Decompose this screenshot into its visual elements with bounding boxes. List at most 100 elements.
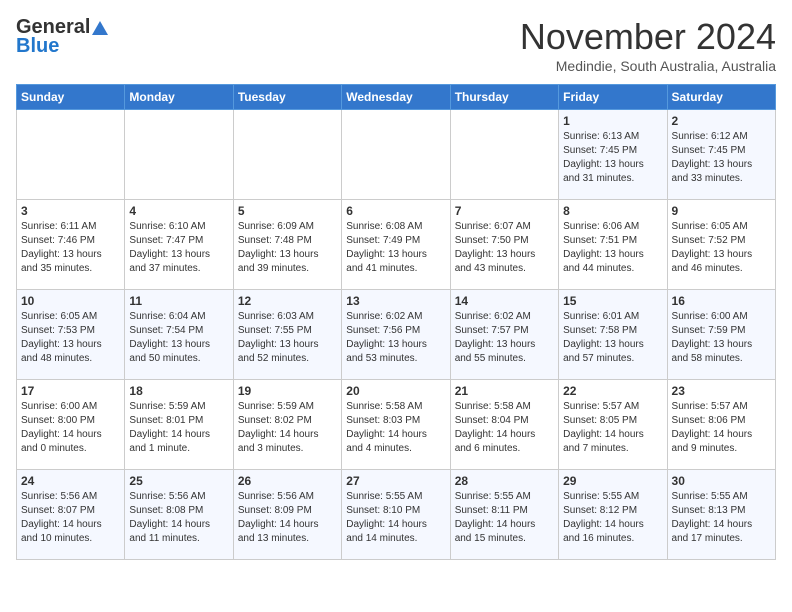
logo-triangle-icon — [92, 21, 108, 35]
daylight-hours: Daylight: 14 hours and 15 minutes. — [455, 519, 536, 544]
daylight-hours: Daylight: 14 hours and 10 minutes. — [21, 519, 102, 544]
logo-blue-text: Blue — [16, 35, 59, 58]
day-info: Sunrise: 6:06 AMSunset: 7:51 PMDaylight:… — [563, 220, 662, 276]
daylight-hours: Daylight: 13 hours and 41 minutes. — [346, 249, 427, 274]
day-number: 24 — [21, 474, 120, 488]
day-number: 19 — [238, 384, 337, 398]
day-info: Sunrise: 5:55 AMSunset: 8:11 PMDaylight:… — [455, 490, 554, 546]
day-number: 6 — [346, 204, 445, 218]
day-info: Sunrise: 5:59 AMSunset: 8:01 PMDaylight:… — [129, 400, 228, 456]
day-number: 10 — [21, 294, 120, 308]
day-info: Sunrise: 6:03 AMSunset: 7:55 PMDaylight:… — [238, 310, 337, 366]
daylight-hours: Daylight: 13 hours and 48 minutes. — [21, 339, 102, 364]
calendar-cell: 21 Sunrise: 5:58 AMSunset: 8:04 PMDayligh… — [450, 380, 558, 470]
daylight-hours: Daylight: 14 hours and 4 minutes. — [346, 429, 427, 454]
header-thursday: Thursday — [450, 85, 558, 110]
day-number: 26 — [238, 474, 337, 488]
calendar-cell — [125, 110, 233, 200]
day-number: 30 — [672, 474, 771, 488]
daylight-hours: Daylight: 14 hours and 11 minutes. — [129, 519, 210, 544]
day-number: 29 — [563, 474, 662, 488]
day-info: Sunrise: 5:55 AMSunset: 8:13 PMDaylight:… — [672, 490, 771, 546]
day-info: Sunrise: 6:01 AMSunset: 7:58 PMDaylight:… — [563, 310, 662, 366]
day-number: 16 — [672, 294, 771, 308]
calendar-cell — [233, 110, 341, 200]
day-info: Sunrise: 6:07 AMSunset: 7:50 PMDaylight:… — [455, 220, 554, 276]
calendar-cell: 4Sunrise: 6:10 AMSunset: 7:47 PMDaylight… — [125, 200, 233, 290]
day-info: Sunrise: 5:58 AMSunset: 8:04 PMDaylight:… — [455, 400, 554, 456]
day-number: 11 — [129, 294, 228, 308]
day-info: Sunrise: 5:55 AMSunset: 8:12 PMDaylight:… — [563, 490, 662, 546]
calendar-cell: 6Sunrise: 6:08 AMSunset: 7:49 PMDaylight… — [342, 200, 450, 290]
day-number: 14 — [455, 294, 554, 308]
day-info: Sunrise: 5:58 AMSunset: 8:03 PMDaylight:… — [346, 400, 445, 456]
header-tuesday: Tuesday — [233, 85, 341, 110]
calendar-cell: 20 Sunrise: 5:58 AMSunset: 8:03 PMDayligh… — [342, 380, 450, 470]
daylight-hours: Daylight: 14 hours and 14 minutes. — [346, 519, 427, 544]
day-info: Sunrise: 6:00 AMSunset: 7:59 PMDaylight:… — [672, 310, 771, 366]
day-info: Sunrise: 5:56 AMSunset: 8:09 PMDaylight:… — [238, 490, 337, 546]
header-monday: Monday — [125, 85, 233, 110]
calendar-cell: 17Sunrise: 6:00 AMSunset: 8:00 PMDayligh… — [17, 380, 125, 470]
calendar-cell: 27Sunrise: 5:55 AMSunset: 8:10 PMDayligh… — [342, 470, 450, 560]
day-number: 27 — [346, 474, 445, 488]
day-number: 18 — [129, 384, 228, 398]
day-number: 12 — [238, 294, 337, 308]
daylight-hours: Daylight: 14 hours and 16 minutes. — [563, 519, 644, 544]
daylight-hours: Daylight: 13 hours and 31 minutes. — [563, 159, 644, 184]
daylight-hours: Daylight: 14 hours and 9 minutes. — [672, 429, 753, 454]
day-number: 21 — [455, 384, 554, 398]
day-info: Sunrise: 6:10 AMSunset: 7:47 PMDaylight:… — [129, 220, 228, 276]
location-subtitle: Medindie, South Australia, Australia — [520, 58, 776, 74]
day-number: 28 — [455, 474, 554, 488]
logo: General Blue — [16, 16, 110, 58]
calendar-cell: 28 Sunrise: 5:55 AMSunset: 8:11 PMDayligh… — [450, 470, 558, 560]
day-info: Sunrise: 5:56 AMSunset: 8:07 PMDaylight:… — [21, 490, 120, 546]
daylight-hours: Daylight: 14 hours and 17 minutes. — [672, 519, 753, 544]
calendar-cell: 8 Sunrise: 6:06 AMSunset: 7:51 PMDaylight… — [559, 200, 667, 290]
calendar-cell — [450, 110, 558, 200]
month-title: November 2024 — [520, 16, 776, 58]
day-number: 15 — [563, 294, 662, 308]
calendar-cell: 13Sunrise: 6:02 AMSunset: 7:56 PMDayligh… — [342, 290, 450, 380]
daylight-hours: Daylight: 14 hours and 13 minutes. — [238, 519, 319, 544]
day-info: Sunrise: 6:12 AMSunset: 7:45 PMDaylight:… — [672, 130, 771, 186]
daylight-hours: Daylight: 13 hours and 33 minutes. — [672, 159, 753, 184]
daylight-hours: Daylight: 13 hours and 35 minutes. — [21, 249, 102, 274]
day-number: 8 — [563, 204, 662, 218]
day-info: Sunrise: 6:09 AMSunset: 7:48 PMDaylight:… — [238, 220, 337, 276]
calendar-week-row: 3Sunrise: 6:11 AMSunset: 7:46 PMDaylight… — [17, 200, 776, 290]
calendar-cell: 15 Sunrise: 6:01 AMSunset: 7:58 PMDayligh… — [559, 290, 667, 380]
day-info: Sunrise: 5:59 AMSunset: 8:02 PMDaylight:… — [238, 400, 337, 456]
daylight-hours: Daylight: 14 hours and 7 minutes. — [563, 429, 644, 454]
day-number: 2 — [672, 114, 771, 128]
calendar-cell: 16 Sunrise: 6:00 AMSunset: 7:59 PMDayligh… — [667, 290, 775, 380]
day-info: Sunrise: 6:04 AMSunset: 7:54 PMDaylight:… — [129, 310, 228, 366]
day-number: 23 — [672, 384, 771, 398]
day-info: Sunrise: 6:02 AMSunset: 7:56 PMDaylight:… — [346, 310, 445, 366]
day-number: 7 — [455, 204, 554, 218]
calendar-cell: 30 Sunrise: 5:55 AMSunset: 8:13 PMDayligh… — [667, 470, 775, 560]
day-number: 5 — [238, 204, 337, 218]
day-number: 1 — [563, 114, 662, 128]
daylight-hours: Daylight: 13 hours and 55 minutes. — [455, 339, 536, 364]
calendar-cell: 18 Sunrise: 5:59 AMSunset: 8:01 PMDayligh… — [125, 380, 233, 470]
calendar-cell — [342, 110, 450, 200]
header-saturday: Saturday — [667, 85, 775, 110]
daylight-hours: Daylight: 14 hours and 6 minutes. — [455, 429, 536, 454]
day-info: Sunrise: 6:13 AMSunset: 7:45 PMDaylight:… — [563, 130, 662, 186]
day-info: Sunrise: 5:57 AMSunset: 8:06 PMDaylight:… — [672, 400, 771, 456]
header-friday: Friday — [559, 85, 667, 110]
calendar-cell: 5 Sunrise: 6:09 AMSunset: 7:48 PMDaylight… — [233, 200, 341, 290]
calendar-header-row: SundayMondayTuesdayWednesdayThursdayFrid… — [17, 85, 776, 110]
day-number: 3 — [21, 204, 120, 218]
calendar-cell: 3Sunrise: 6:11 AMSunset: 7:46 PMDaylight… — [17, 200, 125, 290]
daylight-hours: Daylight: 13 hours and 58 minutes. — [672, 339, 753, 364]
day-info: Sunrise: 6:05 AMSunset: 7:52 PMDaylight:… — [672, 220, 771, 276]
calendar-week-row: 24 Sunrise: 5:56 AMSunset: 8:07 PMDayligh… — [17, 470, 776, 560]
calendar-week-row: 17Sunrise: 6:00 AMSunset: 8:00 PMDayligh… — [17, 380, 776, 470]
calendar-week-row: 10Sunrise: 6:05 AMSunset: 7:53 PMDayligh… — [17, 290, 776, 380]
day-number: 20 — [346, 384, 445, 398]
calendar-cell: 9Sunrise: 6:05 AMSunset: 7:52 PMDaylight… — [667, 200, 775, 290]
daylight-hours: Daylight: 13 hours and 43 minutes. — [455, 249, 536, 274]
